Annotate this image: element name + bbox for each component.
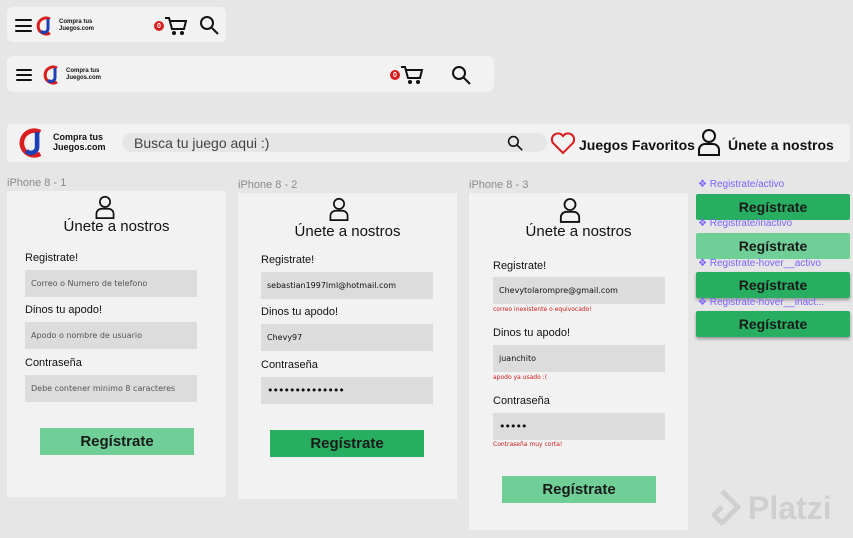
email-field[interactable]: Chevytolarompre@gmail.com (493, 277, 665, 304)
search-input[interactable] (122, 133, 547, 152)
nickname-field[interactable]: juanchito (493, 345, 665, 372)
password-field[interactable]: Debe contener minimo 8 caracteres (25, 375, 197, 402)
header-desktop: Compra tus Juegos.com Juegos Favoritos Ú… (7, 124, 850, 162)
menu-icon[interactable] (15, 19, 32, 32)
logo-text: Compra tus Juegos.com (66, 68, 102, 81)
register-button[interactable]: Regístrate (270, 430, 424, 457)
header-medium: Compra tus Juegos.com 0 (7, 56, 494, 92)
variant-label-active: ❖ Registrate/activo (698, 179, 785, 190)
email-field[interactable]: sebastian1997lml@hotmail.com (261, 272, 433, 299)
logo-text: Compra tus Juegos.com (59, 19, 95, 32)
logo-text: Compra tus Juegos.com (53, 132, 106, 152)
nickname-label: Dinos tu apodo! (261, 306, 339, 318)
logo[interactable]: Compra tus Juegos.com (42, 64, 101, 86)
register-button[interactable]: Regístrate (40, 428, 194, 455)
platzi-logo-icon (711, 489, 741, 526)
signup-card-filled: Únete a nostros Registrate! sebastian199… (238, 193, 457, 499)
password-label: Contraseña (493, 395, 550, 407)
heart-icon[interactable] (550, 131, 576, 155)
email-label: Registrate! (261, 254, 315, 266)
email-label: Registrate! (25, 252, 79, 264)
user-icon (559, 198, 581, 223)
email-error: correo inexistente o equivocado! (493, 306, 592, 313)
cart-icon (165, 17, 188, 35)
password-error: Contraseña muy corta! (493, 441, 563, 448)
cart-button[interactable]: 0 (390, 64, 424, 86)
nickname-label: Dinos tu apodo! (25, 304, 103, 316)
user-icon (95, 195, 115, 219)
card-title: Únete a nostros (294, 223, 401, 240)
signup-card-empty: Únete a nostros Registrate! Correo o Num… (7, 191, 226, 497)
header-small: Compra tus Juegos.com 0 (7, 7, 226, 42)
search-icon[interactable] (451, 65, 471, 85)
cart-count-badge: 0 (390, 70, 400, 80)
cart-icon (401, 66, 424, 84)
user-icon (329, 197, 349, 221)
logo-cj-icon (43, 65, 58, 85)
variant-label-hover-inactive: ❖ Registrate-hover__inact... (698, 297, 825, 308)
card-title: Únete a nostros (525, 223, 632, 240)
signup-card-errors: Únete a nostros Registrate! Chevytolarom… (469, 193, 688, 530)
card-title: Únete a nostros (63, 218, 170, 235)
user-icon[interactable] (697, 128, 721, 156)
nickname-field[interactable]: Apodo o nombre de usuario (25, 322, 197, 349)
favorites-link[interactable]: Juegos Favoritos (579, 137, 695, 153)
variant-label-inactive: ❖ Registrate/inactivo (698, 218, 793, 229)
email-field[interactable]: Correo o Numero de telefono (25, 270, 197, 297)
logo[interactable]: Compra tus Juegos.com (35, 15, 94, 37)
nickname-label: Dinos tu apodo! (493, 327, 571, 339)
frame-label: iPhone 8 - 2 (238, 179, 298, 191)
nickname-field[interactable]: Chevy97 (261, 324, 433, 351)
email-label: Registrate! (493, 260, 547, 272)
search-icon[interactable] (507, 135, 523, 151)
password-label: Contraseña (25, 357, 82, 369)
logo[interactable]: Compra tus Juegos.com (17, 126, 106, 160)
cart-button[interactable]: 0 (154, 15, 188, 37)
register-button[interactable]: Regístrate (502, 476, 656, 503)
cart-count-badge: 0 (154, 21, 164, 31)
logo-cj-icon (36, 16, 51, 36)
join-link[interactable]: Únete a nostros (728, 137, 834, 153)
variant-label-hover-active: ❖ Registrate-hover__activo (698, 258, 821, 269)
variant-button-hover-inactive[interactable]: Regístrate (696, 311, 850, 337)
logo-cj-icon (19, 128, 42, 158)
frame-label: iPhone 8 - 3 (469, 179, 529, 191)
password-field[interactable]: ••••• (493, 413, 665, 440)
frame-label: iPhone 8 - 1 (7, 177, 67, 189)
password-label: Contraseña (261, 359, 318, 371)
menu-icon[interactable] (16, 69, 32, 81)
variant-button-active[interactable]: Regístrate (696, 194, 850, 220)
watermark: Platzi (748, 490, 832, 526)
password-field[interactable]: •••••••••••••• (261, 377, 433, 404)
nickname-error: apodo ya usado :( (493, 374, 548, 381)
variant-button-hover-active[interactable]: Regístrate (696, 272, 850, 298)
search-icon[interactable] (199, 15, 219, 35)
variant-button-inactive[interactable]: Regístrate (696, 233, 850, 259)
